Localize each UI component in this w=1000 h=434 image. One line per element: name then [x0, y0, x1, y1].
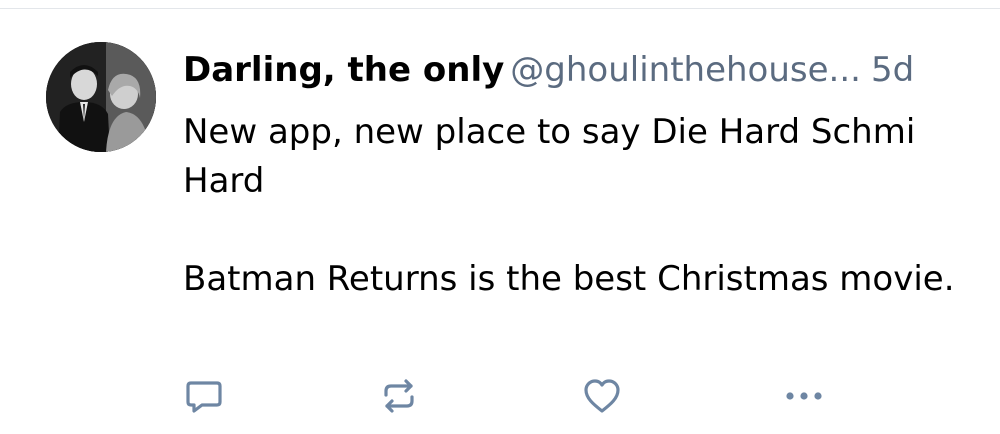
like-button[interactable]: [580, 376, 624, 420]
repost-icon: [378, 375, 420, 421]
display-name[interactable]: Darling, the only: [183, 50, 504, 90]
handle[interactable]: @ghoulinthehouse...: [510, 50, 861, 90]
more-options-icon: [782, 374, 826, 422]
more-options-button[interactable]: [782, 376, 826, 420]
post-header: Darling, the only @ghoulinthehouse... 5d: [183, 48, 914, 92]
avatar-photo: [46, 42, 156, 152]
avatar[interactable]: [46, 42, 156, 152]
post-text-paragraph-2: Batman Returns is the best Christmas mov…: [183, 259, 955, 299]
post-actions: [0, 376, 1000, 420]
reply-icon: [183, 375, 225, 421]
reply-button[interactable]: [182, 376, 226, 420]
post-card[interactable]: Darling, the only @ghoulinthehouse... 5d N…: [0, 0, 1000, 434]
post-text: New app, new place to say Die Hard Schmi…: [183, 108, 963, 304]
heart-icon: [581, 375, 623, 421]
timestamp[interactable]: 5d: [871, 50, 914, 90]
post-text-paragraph-1: New app, new place to say Die Hard Schmi…: [183, 112, 916, 201]
repost-button[interactable]: [377, 376, 421, 420]
